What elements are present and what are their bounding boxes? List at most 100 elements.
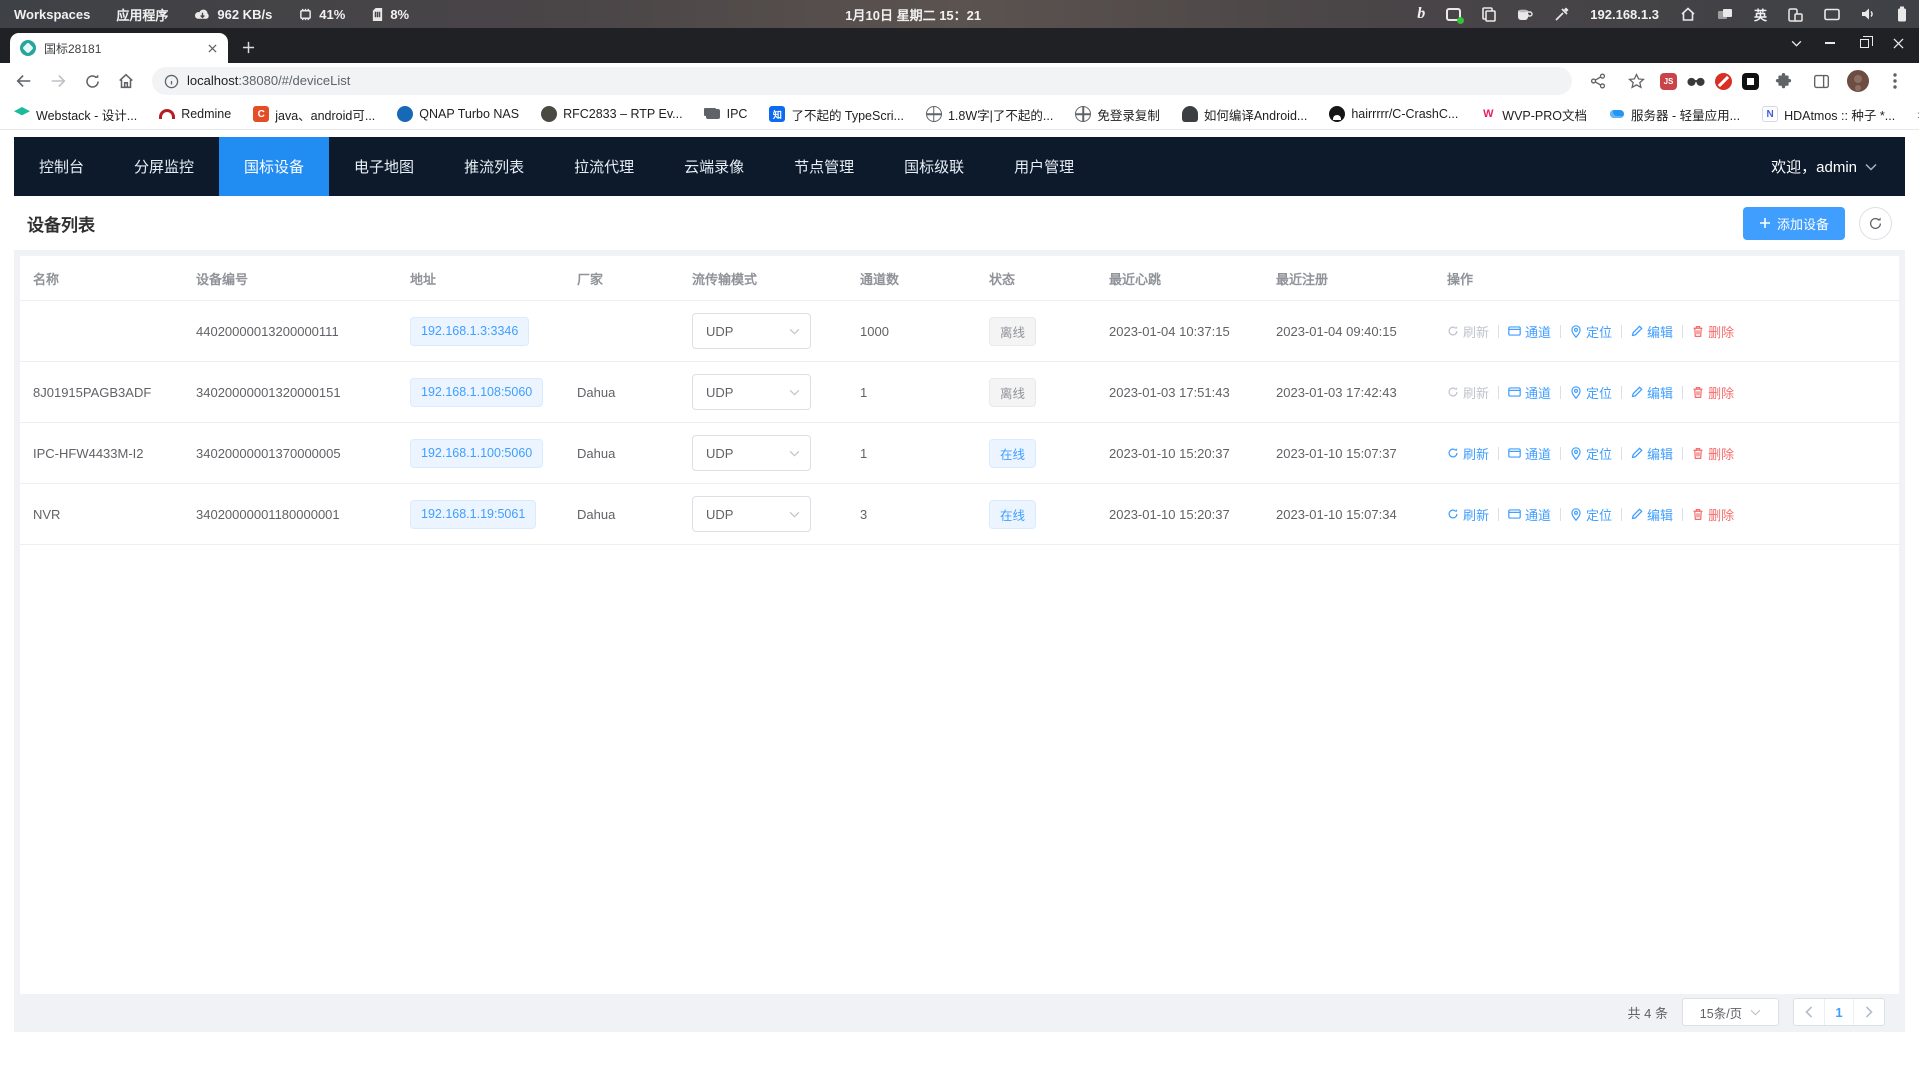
- extension-glasses-icon[interactable]: [1687, 75, 1705, 87]
- address-bar[interactable]: localhost:38080/#/deviceList: [152, 67, 1572, 95]
- ip-address-indicator[interactable]: 192.168.1.3: [1590, 7, 1659, 22]
- nav-item-gb-cascade[interactable]: 国标级联: [879, 137, 989, 196]
- delete-action[interactable]: 删除: [1692, 505, 1734, 524]
- bookmark-star-button[interactable]: [1622, 67, 1650, 95]
- nav-item-console[interactable]: 控制台: [14, 137, 109, 196]
- bookmark-item[interactable]: WWVP-PRO文档: [1480, 105, 1587, 124]
- window-minimize-button[interactable]: [1815, 30, 1845, 56]
- bookmark-item[interactable]: 知了不起的 TypeScri...: [769, 105, 904, 124]
- nav-item-map[interactable]: 电子地图: [329, 137, 439, 196]
- browser-tab[interactable]: 国标28181: [10, 33, 228, 63]
- screenshot-tray-icon[interactable]: [1446, 8, 1461, 21]
- tab-close-icon[interactable]: [204, 40, 220, 56]
- tab-search-button[interactable]: [1781, 30, 1811, 56]
- forward-button[interactable]: [44, 67, 72, 95]
- workspace-switcher-icon[interactable]: [1717, 7, 1733, 21]
- nav-item-node-manage[interactable]: 节点管理: [769, 137, 879, 196]
- bookmark-item[interactable]: Cjava、android可...: [253, 105, 375, 124]
- side-panel-button[interactable]: [1807, 67, 1835, 95]
- device-id: 44020000013200000111: [183, 324, 397, 339]
- extensions-puzzle-icon[interactable]: [1769, 67, 1797, 95]
- bookmark-item[interactable]: NHDAtmos :: 种子 *...: [1762, 105, 1895, 124]
- back-button[interactable]: [10, 67, 38, 95]
- nav-item-pull-proxy[interactable]: 拉流代理: [549, 137, 659, 196]
- share-button[interactable]: [1584, 67, 1612, 95]
- refresh-action[interactable]: 刷新: [1447, 444, 1489, 463]
- refresh-action[interactable]: 刷新: [1447, 505, 1489, 524]
- device-table-card: 名称 设备编号 地址 厂家 流传输模式 通道数 状态 最近心跳 最近注册 操作 …: [20, 256, 1899, 994]
- nav-item-cloud-record[interactable]: 云端录像: [659, 137, 769, 196]
- page-info-icon[interactable]: [164, 74, 179, 89]
- channels-action[interactable]: 通道: [1508, 322, 1551, 341]
- bookmark-item[interactable]: Redmine: [159, 106, 231, 122]
- locate-action[interactable]: 定位: [1570, 444, 1612, 463]
- github-icon: [1329, 106, 1345, 122]
- edit-action[interactable]: 编辑: [1631, 322, 1673, 341]
- channels-action[interactable]: 通道: [1508, 444, 1551, 463]
- user-menu[interactable]: 欢迎，admin: [1771, 137, 1905, 196]
- coffee-tray-icon[interactable]: [1517, 7, 1533, 21]
- bookmark-item[interactable]: QNAP Turbo NAS: [397, 106, 519, 122]
- new-tab-button[interactable]: [234, 33, 262, 61]
- workspaces-button[interactable]: Workspaces: [14, 7, 90, 22]
- locate-action[interactable]: 定位: [1570, 383, 1612, 402]
- bookmark-item[interactable]: Webstack - 设计...: [14, 105, 137, 124]
- wvp-icon: W: [1480, 106, 1496, 122]
- profile-avatar[interactable]: [1845, 68, 1871, 94]
- refresh-list-button[interactable]: [1859, 207, 1892, 240]
- stream-mode-select[interactable]: UDP: [692, 496, 811, 532]
- edit-action[interactable]: 编辑: [1631, 383, 1673, 402]
- channels-action[interactable]: 通道: [1508, 505, 1551, 524]
- delete-action[interactable]: 删除: [1692, 444, 1734, 463]
- stream-mode-select[interactable]: UDP: [692, 374, 811, 410]
- color-picker-tray-icon[interactable]: [1554, 7, 1569, 22]
- stream-mode-select[interactable]: UDP: [692, 313, 811, 349]
- bookmark-item[interactable]: hairrrrr/C-CrashC...: [1329, 106, 1458, 122]
- bookmark-item[interactable]: 免登录复制: [1075, 105, 1160, 124]
- locate-action[interactable]: 定位: [1570, 322, 1612, 341]
- prev-page-button[interactable]: [1794, 999, 1824, 1025]
- volume-tray-icon[interactable]: [1861, 7, 1876, 21]
- edit-action[interactable]: 编辑: [1631, 505, 1673, 524]
- clock[interactable]: 1月10日 星期二 15：21: [409, 5, 1417, 24]
- browser-menu-button[interactable]: [1881, 67, 1909, 95]
- channels-action[interactable]: 通道: [1508, 383, 1551, 402]
- page-number-button[interactable]: 1: [1824, 999, 1854, 1025]
- window-restore-button[interactable]: [1849, 30, 1879, 56]
- next-page-button[interactable]: [1854, 999, 1884, 1025]
- window-close-button[interactable]: [1883, 30, 1913, 56]
- home-button[interactable]: [112, 67, 140, 95]
- nav-item-split-monitor[interactable]: 分屏监控: [109, 137, 219, 196]
- extension-blocker-icon[interactable]: [1715, 73, 1732, 90]
- device-name: NVR: [20, 507, 183, 522]
- nav-item-push-list[interactable]: 推流列表: [439, 137, 549, 196]
- bookmark-item[interactable]: RFC2833 – RTP Ev...: [541, 106, 683, 122]
- bookmark-item[interactable]: 1.8W字|了不起的...: [926, 105, 1053, 124]
- locate-action[interactable]: 定位: [1570, 505, 1612, 524]
- display-tray-icon[interactable]: [1824, 8, 1840, 21]
- page-size-select[interactable]: 15条/页: [1682, 998, 1779, 1026]
- delete-action[interactable]: 删除: [1692, 322, 1734, 341]
- applications-menu[interactable]: 应用程序: [116, 5, 168, 24]
- stream-mode-select[interactable]: UDP: [692, 435, 811, 471]
- nav-item-gb-devices[interactable]: 国标设备: [219, 137, 329, 196]
- location-pin-icon: [1570, 447, 1582, 460]
- bookmarks-bar: Webstack - 设计... Redmine Cjava、android可.…: [0, 99, 1919, 130]
- nav-item-user-manage[interactable]: 用户管理: [989, 137, 1099, 196]
- home-tray-icon[interactable]: [1680, 7, 1696, 22]
- bookmark-item[interactable]: 如何编译Android...: [1182, 105, 1308, 124]
- bookmark-item[interactable]: 服务器 - 轻量应用...: [1609, 105, 1740, 124]
- input-method-indicator[interactable]: 英: [1754, 5, 1767, 24]
- extension-js-icon[interactable]: JS: [1660, 73, 1677, 90]
- bing-tray-icon[interactable]: b: [1417, 5, 1425, 23]
- bookmark-item[interactable]: IPC: [705, 106, 748, 122]
- add-device-button[interactable]: 添加设备: [1743, 207, 1845, 240]
- delete-action[interactable]: 删除: [1692, 383, 1734, 402]
- phone-link-tray-icon[interactable]: [1788, 7, 1803, 22]
- extension-reader-icon[interactable]: [1742, 73, 1759, 90]
- reload-button[interactable]: [78, 67, 106, 95]
- battery-tray-icon[interactable]: [1897, 6, 1907, 22]
- trash-icon: [1692, 508, 1704, 521]
- edit-action[interactable]: 编辑: [1631, 444, 1673, 463]
- clipboard-tray-icon[interactable]: [1482, 7, 1496, 22]
